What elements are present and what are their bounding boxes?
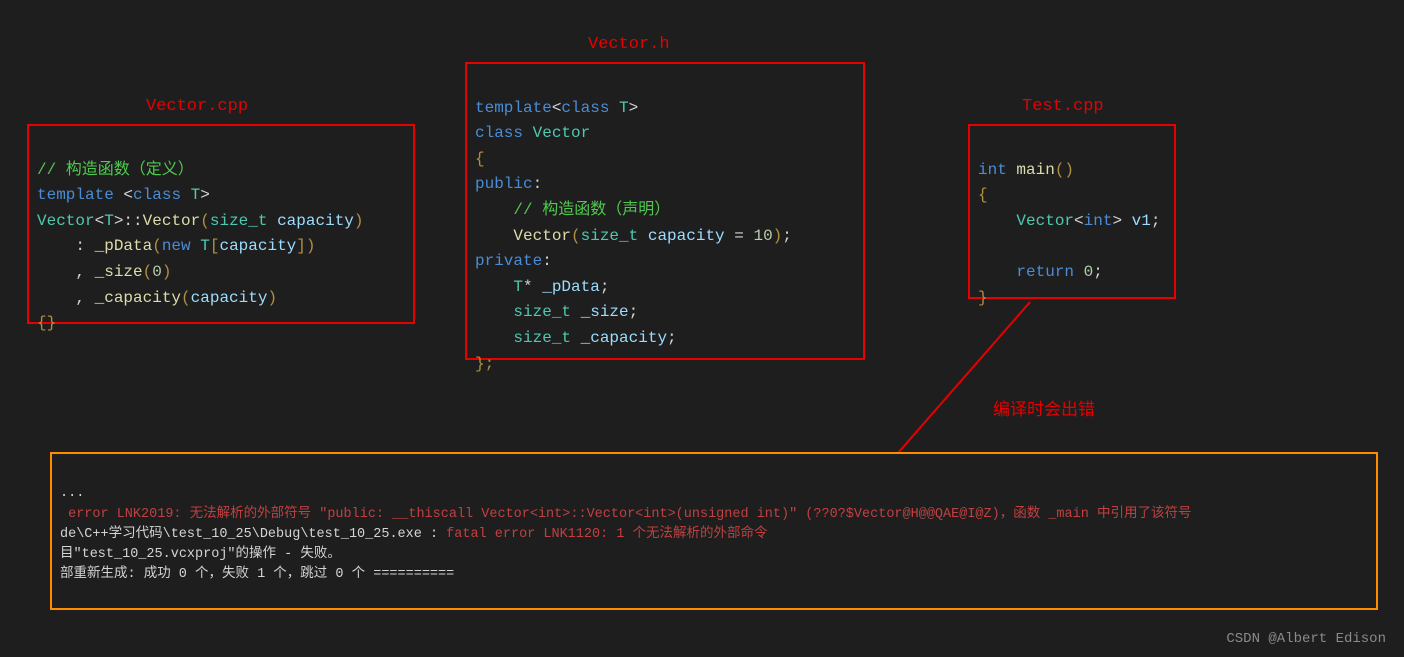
code-text: > bbox=[1112, 212, 1131, 230]
code-text: // 构造函数（声明） bbox=[475, 201, 670, 219]
code-text: size_t bbox=[581, 227, 639, 245]
label-test-cpp: Test.cpp bbox=[1022, 97, 1104, 116]
code-text: ( bbox=[152, 237, 162, 255]
code-text: ; bbox=[782, 227, 792, 245]
code-text: size_t bbox=[513, 329, 571, 347]
code-text: capacity bbox=[191, 289, 268, 307]
code-text: _capacity bbox=[581, 329, 667, 347]
code-text: = bbox=[725, 227, 754, 245]
code-text: class bbox=[475, 124, 523, 142]
code-text: main bbox=[1016, 161, 1054, 179]
code-text: : bbox=[75, 237, 94, 255]
label-vector-h: Vector.h bbox=[588, 35, 670, 54]
code-text: _size bbox=[581, 303, 629, 321]
code-text: T bbox=[200, 237, 210, 255]
code-text: < bbox=[1074, 212, 1084, 230]
error-line: 目"test_10_25.vcxproj"的操作 - 失败。 bbox=[60, 547, 341, 562]
code-text: template bbox=[37, 186, 114, 204]
code-text: ; bbox=[1093, 263, 1103, 281]
code-text: return bbox=[1016, 263, 1074, 281]
watermark: CSDN @Albert Edison bbox=[1226, 631, 1386, 647]
code-text: >:: bbox=[114, 212, 143, 230]
code-text: ) bbox=[267, 289, 277, 307]
code-text: ; bbox=[667, 329, 677, 347]
code-text: ; bbox=[1151, 212, 1161, 230]
code-text: > bbox=[200, 186, 210, 204]
code-text: // 构造函数（定义） bbox=[37, 161, 194, 179]
label-vector-cpp: Vector.cpp bbox=[146, 97, 248, 116]
code-text: { bbox=[978, 186, 988, 204]
code-text: ) bbox=[773, 227, 783, 245]
code-text: template bbox=[475, 99, 552, 117]
code-text: < bbox=[123, 186, 133, 204]
code-text: size_t bbox=[513, 303, 571, 321]
error-line: 部重新生成: 成功 0 个，失败 1 个，跳过 0 个 ========== bbox=[60, 567, 454, 582]
code-text: public bbox=[475, 175, 533, 193]
code-text: 0 bbox=[152, 263, 162, 281]
codebox-vector-h: template<class T> class Vector { public:… bbox=[465, 62, 865, 360]
code-text: capacity bbox=[277, 212, 354, 230]
code-text: : bbox=[542, 252, 552, 270]
code-text: T bbox=[513, 278, 523, 296]
code-text: Vector bbox=[143, 212, 201, 230]
code-text: ) bbox=[354, 212, 364, 230]
code-text: ( bbox=[200, 212, 210, 230]
code-text: Vector bbox=[1016, 212, 1074, 230]
code-text: T bbox=[104, 212, 114, 230]
code-text: size_t bbox=[210, 212, 268, 230]
code-text: T bbox=[619, 99, 629, 117]
code-text: _pData bbox=[542, 278, 600, 296]
code-text: ; bbox=[600, 278, 610, 296]
code-text: ) bbox=[162, 263, 172, 281]
error-line: ... bbox=[60, 486, 84, 501]
codebox-vector-cpp: // 构造函数（定义） template <class T> Vector<T>… bbox=[27, 124, 415, 324]
code-text: {} bbox=[37, 314, 56, 332]
annotation-compile-error: 编译时会出错 bbox=[993, 395, 1095, 421]
code-text: Vector bbox=[37, 212, 95, 230]
code-text: 10 bbox=[753, 227, 772, 245]
code-text: T bbox=[191, 186, 201, 204]
code-text: * bbox=[523, 278, 542, 296]
code-text bbox=[978, 237, 988, 255]
code-text: capacity bbox=[219, 237, 296, 255]
code-text: capacity bbox=[648, 227, 725, 245]
code-text: ] bbox=[296, 237, 306, 255]
code-text: ( bbox=[181, 289, 191, 307]
codebox-test-cpp: int main() { Vector<int> v1; return 0; } bbox=[968, 124, 1176, 299]
code-text: Vector bbox=[533, 124, 591, 142]
code-text: , bbox=[75, 263, 94, 281]
code-text: class bbox=[133, 186, 181, 204]
code-text: v1 bbox=[1132, 212, 1151, 230]
code-text: () bbox=[1055, 161, 1074, 179]
error-line: fatal error LNK1120: 1 个无法解析的外部命令 bbox=[446, 527, 767, 542]
code-text: 0 bbox=[1084, 263, 1094, 281]
code-text: class bbox=[561, 99, 609, 117]
code-text: } bbox=[978, 289, 988, 307]
code-text: int bbox=[978, 161, 1007, 179]
code-text: ( bbox=[143, 263, 153, 281]
error-output-box: ... error LNK2019: 无法解析的外部符号 "public: __… bbox=[50, 452, 1378, 610]
code-text: _pData bbox=[95, 237, 153, 255]
code-text: ( bbox=[571, 227, 581, 245]
code-text: int bbox=[1084, 212, 1113, 230]
code-text: ) bbox=[306, 237, 316, 255]
error-line: error LNK2019: 无法解析的外部符号 "public: __this… bbox=[60, 507, 1191, 522]
code-text: , bbox=[75, 289, 94, 307]
code-text: > bbox=[629, 99, 639, 117]
code-text: ; bbox=[629, 303, 639, 321]
code-text: _capacity bbox=[95, 289, 181, 307]
code-text: : bbox=[533, 175, 543, 193]
code-text: { bbox=[475, 150, 485, 168]
code-text: < bbox=[95, 212, 105, 230]
error-line: de\C++学习代码\test_10_25\Debug\test_10_25.e… bbox=[60, 527, 446, 542]
code-text: new bbox=[162, 237, 191, 255]
code-text: private bbox=[475, 252, 542, 270]
code-text: }; bbox=[475, 355, 494, 373]
code-text: < bbox=[552, 99, 562, 117]
code-text: Vector bbox=[513, 227, 571, 245]
code-text: _size bbox=[95, 263, 143, 281]
